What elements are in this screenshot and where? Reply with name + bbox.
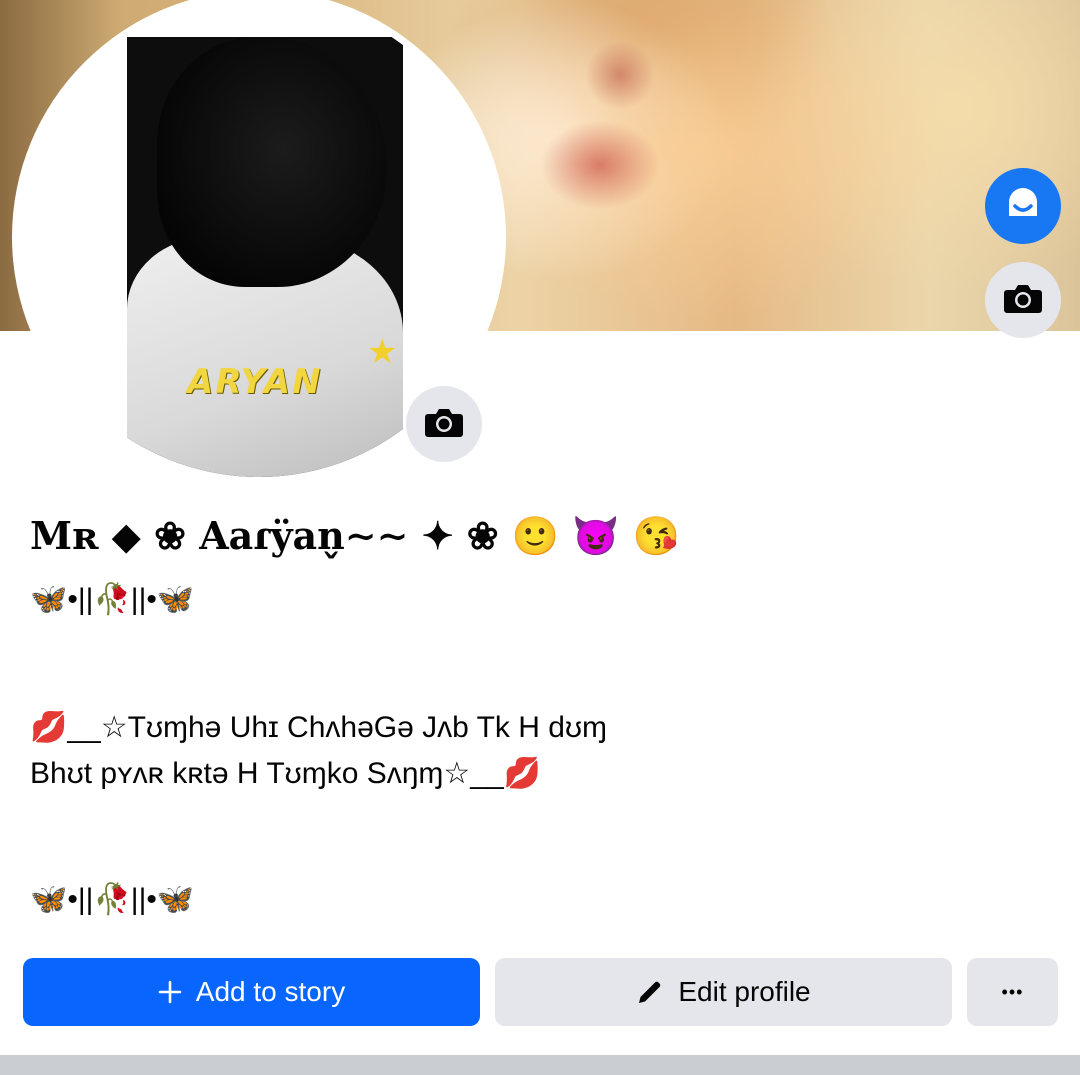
cover-camera-button[interactable] <box>985 262 1061 338</box>
more-icon: ••• <box>1001 981 1024 1002</box>
bio-line: Bhʊt pʏʌʀ kʀtə H Tʊɱko Sʌŋɱ☆__💋 <box>30 757 542 790</box>
cover-detail <box>540 120 660 210</box>
profile-page: ★ ARYAN Mʀ⁠ ◆ ❀ Aaɾÿan̬∼∼ ✦ ❀ 🙂 😈 😘 🦋•|… <box>0 0 1080 1075</box>
profile-camera-button[interactable] <box>406 386 482 462</box>
edit-profile-label: Edit profile <box>678 976 811 1007</box>
picture-logo-text: ARYAN <box>187 362 323 402</box>
bio-line: 💋__☆Tʊɱhə Uhɪ ChʌhəGə Jʌb Tk H dʊɱ <box>30 711 607 744</box>
camera-icon <box>1003 281 1043 320</box>
profile-photo: ★ ARYAN <box>127 37 403 477</box>
avatar-button[interactable] <box>985 168 1061 244</box>
avatar-icon <box>1001 182 1045 231</box>
plus-icon <box>158 980 182 1004</box>
section-divider <box>0 1055 1080 1075</box>
pencil-icon <box>636 978 664 1006</box>
edit-profile-button[interactable]: Edit profile <box>495 958 952 1026</box>
add-to-story-button[interactable]: Add to story <box>23 958 480 1026</box>
more-button[interactable]: ••• <box>967 958 1058 1026</box>
camera-icon <box>424 405 464 444</box>
profile-name: Mʀ⁠ ◆ ❀ Aaɾÿan̬∼∼ ✦ ❀ 🙂 😈 😘 <box>30 513 681 558</box>
photo-hair <box>157 37 387 287</box>
cover-detail <box>585 40 655 110</box>
bio-line: 🦋•||🥀||•🦋 <box>30 583 195 616</box>
add-to-story-label: Add to story <box>195 976 346 1007</box>
bio-line: 🦋•||🥀||•🦋 <box>30 883 195 916</box>
star-icon: ★ <box>367 333 398 371</box>
